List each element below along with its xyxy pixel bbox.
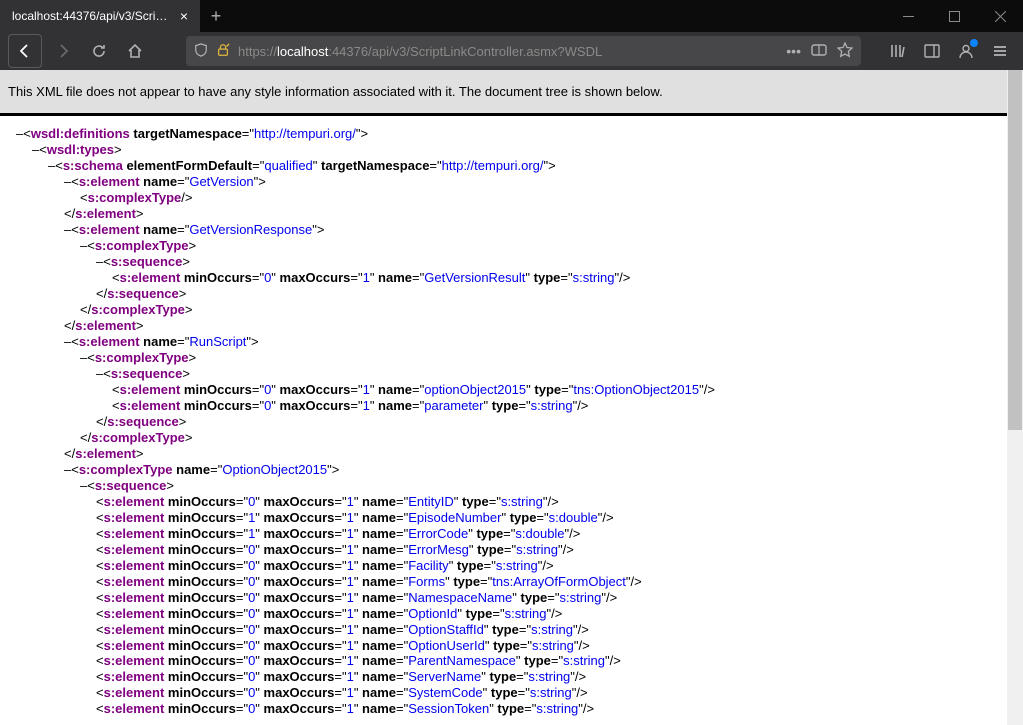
xml-line: –<s:complexType>: [6, 238, 1017, 254]
home-button[interactable]: [120, 36, 150, 66]
reader-icon[interactable]: [811, 42, 827, 61]
xml-line: –<s:sequence>: [6, 254, 1017, 270]
xml-line: –<s:complexType>: [6, 350, 1017, 366]
xml-line: <s:element minOccurs="0" maxOccurs="1" n…: [6, 653, 1017, 669]
xml-line: <s:element minOccurs="1" maxOccurs="1" n…: [6, 526, 1017, 542]
xml-line: <s:element minOccurs="0" maxOccurs="1" n…: [6, 494, 1017, 510]
url-text: https://localhost:44376/api/v3/ScriptLin…: [238, 44, 778, 59]
toolbar: https://localhost:44376/api/v3/ScriptLin…: [0, 32, 1023, 70]
browser-tab[interactable]: localhost:44376/api/v3/ScriptLinkC ×: [0, 0, 200, 32]
xml-line: </s:complexType>: [6, 302, 1017, 318]
titlebar: localhost:44376/api/v3/ScriptLinkC × +: [0, 0, 1023, 32]
xml-line: </s:sequence>: [6, 414, 1017, 430]
xml-line: <s:element minOccurs="0" maxOccurs="1" n…: [6, 270, 1017, 286]
xml-line: <s:element minOccurs="0" maxOccurs="1" n…: [6, 606, 1017, 622]
xml-notice: This XML file does not appear to have an…: [0, 70, 1023, 116]
scrollbar-thumb[interactable]: [1008, 70, 1022, 430]
xml-line: <s:element minOccurs="0" maxOccurs="1" n…: [6, 382, 1017, 398]
xml-line: –<s:complexType name="OptionObject2015">: [6, 462, 1017, 478]
xml-line: </s:element>: [6, 318, 1017, 334]
xml-line: </s:element>: [6, 206, 1017, 222]
xml-line: –<s:element name="GetVersion">: [6, 174, 1017, 190]
vertical-scrollbar[interactable]: [1007, 70, 1023, 725]
back-button[interactable]: [8, 34, 42, 68]
xml-line: <s:element minOccurs="0" maxOccurs="1" n…: [6, 685, 1017, 701]
xml-line: </s:sequence>: [6, 286, 1017, 302]
page-content: This XML file does not appear to have an…: [0, 70, 1023, 725]
bookmark-star-icon[interactable]: [837, 42, 853, 61]
window-maximize-icon[interactable]: [931, 0, 977, 32]
xml-line: –<s:element name="RunScript">: [6, 334, 1017, 350]
xml-line: –<s:schema elementFormDefault="qualified…: [6, 158, 1017, 174]
xml-tree: –<wsdl:definitions targetNamespace="http…: [0, 116, 1023, 725]
library-icon[interactable]: [883, 36, 913, 66]
account-icon[interactable]: [951, 36, 981, 66]
xml-line: –<wsdl:types>: [6, 142, 1017, 158]
forward-button[interactable]: [48, 36, 78, 66]
xml-line: <s:element minOccurs="0" maxOccurs="1" n…: [6, 590, 1017, 606]
tab-title: localhost:44376/api/v3/ScriptLinkC: [12, 9, 174, 23]
xml-line: <s:element minOccurs="1" maxOccurs="1" n…: [6, 510, 1017, 526]
xml-line: <s:complexType/>: [6, 190, 1017, 206]
shield-icon: [194, 43, 208, 60]
sidebar-icon[interactable]: [917, 36, 947, 66]
xml-line: <s:element minOccurs="0" maxOccurs="1" n…: [6, 542, 1017, 558]
lock-warning-icon: [216, 43, 230, 60]
xml-line: –<s:sequence>: [6, 478, 1017, 494]
xml-line: –<s:element name="GetVersionResponse">: [6, 222, 1017, 238]
xml-line: <s:element minOccurs="0" maxOccurs="1" n…: [6, 398, 1017, 414]
address-bar[interactable]: https://localhost:44376/api/v3/ScriptLin…: [186, 36, 861, 66]
xml-line: –<wsdl:definitions targetNamespace="http…: [6, 126, 1017, 142]
xml-line: <s:element minOccurs="0" maxOccurs="1" n…: [6, 669, 1017, 685]
window-minimize-icon[interactable]: [885, 0, 931, 32]
xml-line: –<s:sequence>: [6, 366, 1017, 382]
xml-line: </s:element>: [6, 446, 1017, 462]
page-actions-icon[interactable]: •••: [786, 43, 801, 59]
reload-button[interactable]: [84, 36, 114, 66]
xml-line: <s:element minOccurs="0" maxOccurs="1" n…: [6, 574, 1017, 590]
xml-line: <s:element minOccurs="0" maxOccurs="1" n…: [6, 638, 1017, 654]
xml-line: <s:element minOccurs="0" maxOccurs="1" n…: [6, 622, 1017, 638]
tab-close-icon[interactable]: ×: [174, 8, 194, 24]
xml-line: <s:element minOccurs="0" maxOccurs="1" n…: [6, 558, 1017, 574]
new-tab-button[interactable]: +: [200, 0, 232, 32]
window-controls: [885, 0, 1023, 32]
window-close-icon[interactable]: [977, 0, 1023, 32]
xml-line: <s:element minOccurs="0" maxOccurs="1" n…: [6, 701, 1017, 717]
xml-line: </s:complexType>: [6, 430, 1017, 446]
menu-icon[interactable]: [985, 36, 1015, 66]
